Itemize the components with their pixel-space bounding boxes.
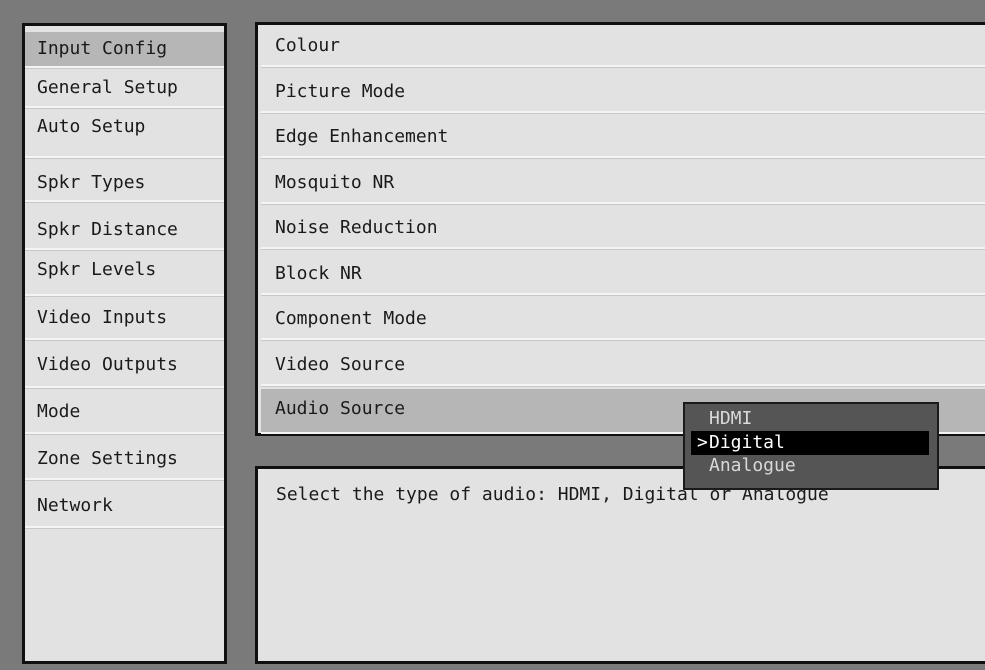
sidebar-item-zone-settings[interactable]: Zone Settings (25, 434, 224, 480)
dropdown-option-analogue[interactable]: Analogue (691, 456, 929, 478)
sidebar-item-label: Network (37, 495, 113, 516)
menu-item-label: Mosquito NR (275, 172, 395, 193)
sidebar-item-mode[interactable]: Mode (25, 388, 224, 434)
sidebar-item-spkr-levels[interactable]: Spkr Levels (25, 250, 224, 296)
sidebar-item-input-config[interactable]: Input Config (25, 32, 224, 68)
sidebar-item-video-inputs[interactable]: Video Inputs (25, 296, 224, 340)
menu-item-picture-mode[interactable]: Picture Mode (261, 71, 985, 113)
dropdown-option-label: Digital (709, 432, 785, 453)
sidebar-item-label: Spkr Types (37, 172, 146, 193)
menu-item-label: Picture Mode (275, 81, 406, 102)
selection-marker: > (697, 432, 708, 453)
sidebar-item-general-setup[interactable]: General Setup (25, 68, 224, 108)
audio-source-dropdown[interactable]: HDMI >Digital Analogue (683, 402, 939, 490)
sidebar-item-label: Zone Settings (37, 448, 178, 469)
sidebar-item-label: General Setup (37, 77, 178, 98)
menu-item-label: Component Mode (275, 308, 427, 329)
sidebar-item-label: Mode (37, 401, 81, 422)
menu-item-component-mode[interactable]: Component Mode (261, 298, 985, 340)
sidebar-item-label: Video Inputs (37, 307, 168, 328)
menu-item-label: Noise Reduction (275, 217, 438, 238)
sidebar-item-spkr-types[interactable]: Spkr Types (25, 158, 224, 202)
dropdown-option-hdmi[interactable]: HDMI (691, 407, 929, 431)
sidebar-item-label: Input Config (37, 38, 168, 59)
help-panel: Select the type of audio: HDMI, Digital … (255, 466, 985, 664)
sidebar-menu: Input Config General Setup Auto Setup Sp… (22, 23, 227, 664)
sidebar-item-spkr-distance[interactable]: Spkr Distance (25, 202, 224, 250)
dropdown-option-label: Analogue (709, 455, 796, 476)
dropdown-option-digital[interactable]: >Digital (691, 431, 929, 455)
sidebar-item-auto-setup[interactable]: Auto Setup (25, 108, 224, 158)
sidebar-item-label: Auto Setup (37, 116, 146, 137)
sidebar-item-network[interactable]: Network (25, 480, 224, 528)
menu-item-label: Colour (275, 35, 341, 56)
sidebar-item-label: Video Outputs (37, 354, 178, 375)
menu-item-edge-enhancement[interactable]: Edge Enhancement (261, 116, 985, 158)
menu-item-label: Edge Enhancement (275, 126, 449, 147)
menu-item-label: Video Source (275, 354, 406, 375)
menu-item-noise-reduction[interactable]: Noise Reduction (261, 207, 985, 249)
menu-item-block-nr[interactable]: Block NR (261, 253, 985, 295)
sidebar-item-label: Spkr Levels (37, 259, 157, 280)
settings-menu: Colour Picture Mode Edge Enhancement Mos… (255, 22, 985, 436)
menu-item-video-source[interactable]: Video Source (261, 344, 985, 386)
menu-item-colour[interactable]: Colour (261, 25, 985, 67)
sidebar-item-video-outputs[interactable]: Video Outputs (25, 340, 224, 388)
menu-item-label: Audio Source (275, 398, 406, 419)
sidebar-item-label: Spkr Distance (37, 219, 178, 240)
menu-item-mosquito-nr[interactable]: Mosquito NR (261, 162, 985, 204)
dropdown-option-label: HDMI (709, 408, 753, 429)
menu-item-label: Block NR (275, 263, 362, 284)
